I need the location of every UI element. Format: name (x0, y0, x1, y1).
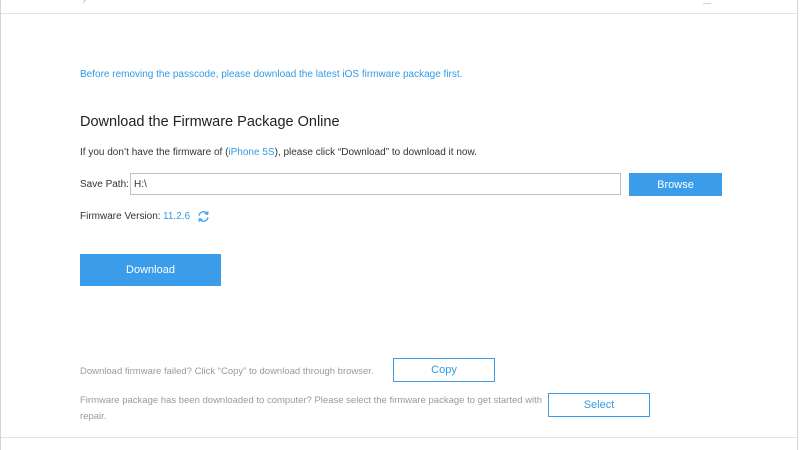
save-path-label: Save Path: (80, 179, 129, 190)
device-name: iPhone 5S (228, 147, 275, 158)
refresh-icon[interactable] (197, 210, 210, 223)
title-bar-fragment (79, 0, 86, 4)
instruction-prefix: If you don’t have the firmware of ( (80, 147, 229, 158)
bottom-divider (1, 437, 797, 438)
section-title: Download the Firmware Package Online (80, 114, 340, 130)
title-bar-control-fragment (703, 0, 711, 4)
downloaded-package-text: Firmware package has been downloaded to … (80, 395, 543, 422)
firmware-version-value: 11.2.6 (163, 211, 191, 222)
select-button[interactable]: Select (548, 393, 650, 417)
instruction-text: If you don’t have the firmware of (iPhon… (80, 147, 477, 158)
firmware-version-label: Firmware Version: (80, 211, 161, 222)
browse-button[interactable]: Browse (629, 173, 722, 196)
instruction-suffix: ), please click “Download” to download i… (274, 147, 477, 158)
notice-text: Before removing the passcode, please dow… (80, 69, 463, 80)
copy-button[interactable]: Copy (393, 358, 495, 382)
title-bar (1, 0, 797, 14)
save-path-input[interactable] (130, 173, 621, 195)
download-button[interactable]: Download (80, 254, 221, 286)
app-window: Before removing the passcode, please dow… (0, 0, 798, 450)
download-failed-text: Download firmware failed? Click “Copy” t… (80, 366, 374, 377)
